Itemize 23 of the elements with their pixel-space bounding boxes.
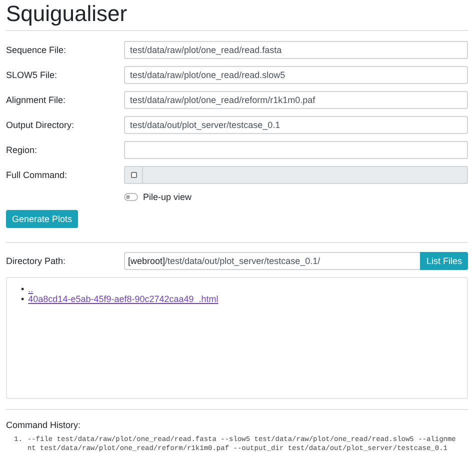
toggle-label: Pile-up view — [143, 192, 192, 202]
input-field[interactable] — [124, 141, 468, 159]
file-link[interactable]: 40a8cd14-e5ab-45f9-aef8-90c2742caa49_.html — [28, 294, 218, 304]
input-field[interactable]: test/data/raw/plot/one_read/reform/r1k1m0.paf — [124, 91, 468, 109]
field-label: Directory Path: — [6, 256, 67, 266]
history-label: Command History: — [6, 420, 82, 430]
bullet: • — [21, 294, 24, 304]
input-field[interactable]: test/data/raw/plot/one_read/read.slow5 — [124, 66, 468, 84]
field-label: Output Directory: — [6, 120, 76, 130]
input-field[interactable]: test/data/out/plot_server/testcase_0.1 — [124, 116, 468, 134]
command-field[interactable] — [142, 166, 468, 184]
field-label: Region: — [6, 145, 38, 155]
field-label: Alignment File: — [6, 95, 67, 105]
bullet: • — [21, 284, 24, 294]
field-label: Full Command: — [6, 170, 68, 180]
checkbox[interactable] — [130, 172, 136, 178]
file-link[interactable]: .. — [28, 284, 34, 294]
app-title: Squigualiser — [6, 0, 128, 27]
toggle-switch[interactable] — [124, 193, 138, 201]
input-field[interactable]: test/data/raw/plot/one_read/read.fasta — [124, 41, 468, 59]
field-label: Sequence File: — [6, 45, 68, 55]
field-label: SLOW5 File: — [6, 70, 58, 80]
directory-field[interactable]: [webroot]/test/data/out/plot_server/testcase_0.1/ — [124, 252, 420, 270]
